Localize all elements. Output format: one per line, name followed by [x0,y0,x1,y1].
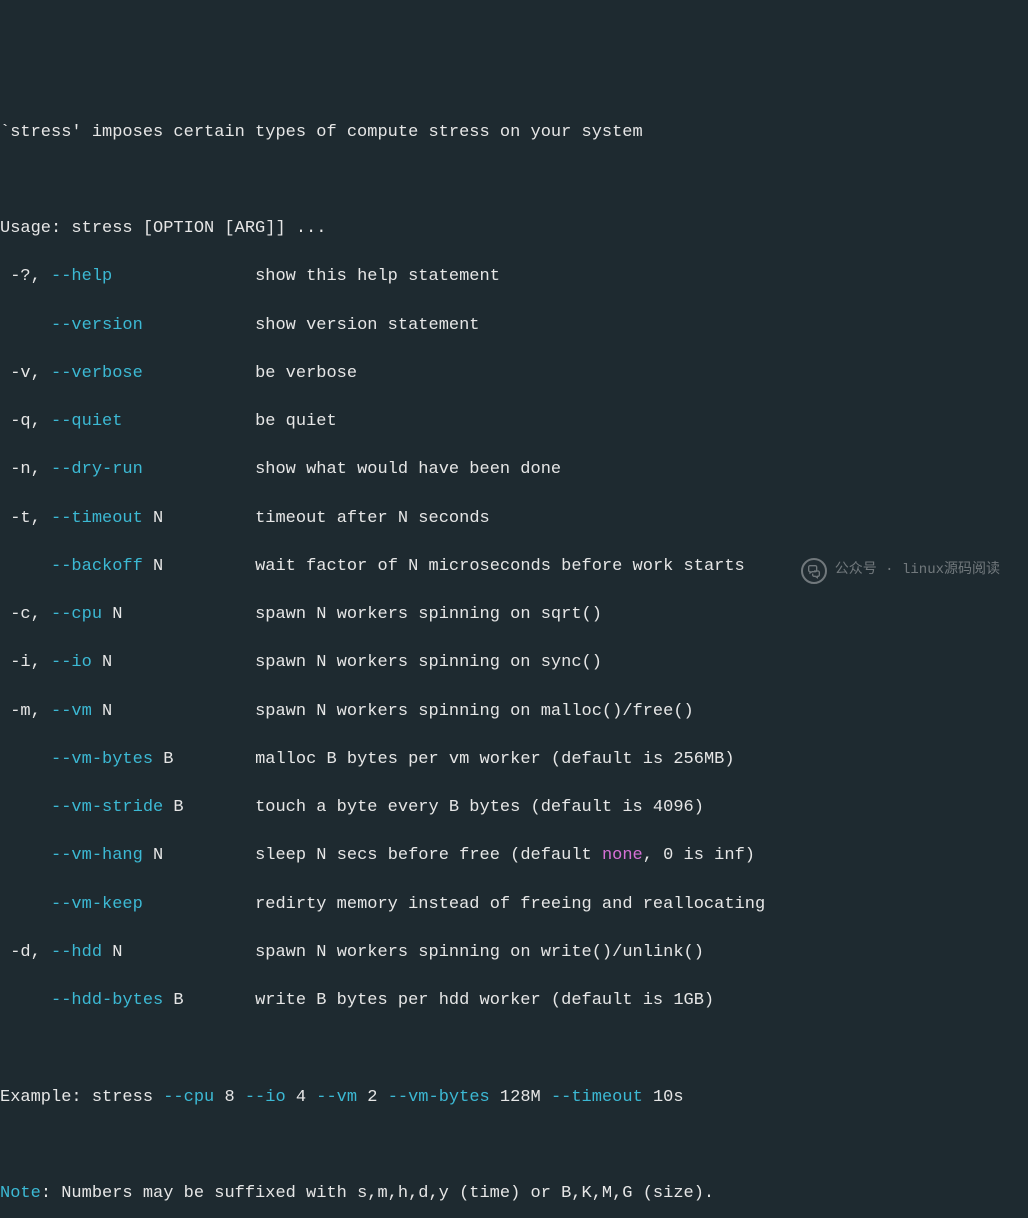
option-help: -?, --help show this help statement [0,265,1028,289]
option-timeout: -t, --timeout N timeout after N seconds [0,507,1028,531]
note-line: Note: Numbers may be suffixed with s,m,h… [0,1182,1028,1206]
option-vmstride: --vm-stride B touch a byte every B bytes… [0,796,1028,820]
option-io: -i, --io N spawn N workers spinning on s… [0,651,1028,675]
blank-line [0,169,1028,193]
option-vmbytes: --vm-bytes B malloc B bytes per vm worke… [0,748,1028,772]
terminal-output: `stress' imposes certain types of comput… [0,97,1028,1218]
option-dryrun: -n, --dry-run show what would have been … [0,458,1028,482]
blank-line [0,1134,1028,1158]
watermark-text: 公众号 · linux源码阅读 [835,561,1000,581]
option-version: --version show version statement [0,314,1028,338]
usage-line: Usage: stress [OPTION [ARG]] ... [0,217,1028,241]
wechat-icon [801,558,827,584]
option-vmhang: --vm-hang N sleep N secs before free (de… [0,844,1028,868]
option-vm: -m, --vm N spawn N workers spinning on m… [0,700,1028,724]
watermark: 公众号 · linux源码阅读 [801,558,1000,584]
option-quiet: -q, --quiet be quiet [0,410,1028,434]
blank-line [0,1037,1028,1061]
desc-line: `stress' imposes certain types of comput… [0,121,1028,145]
example-line: Example: stress --cpu 8 --io 4 --vm 2 --… [0,1086,1028,1110]
option-hdd: -d, --hdd N spawn N workers spinning on … [0,941,1028,965]
option-hddbytes: --hdd-bytes B write B bytes per hdd work… [0,989,1028,1013]
option-cpu: -c, --cpu N spawn N workers spinning on … [0,603,1028,627]
option-vmkeep: --vm-keep redirty memory instead of free… [0,893,1028,917]
option-verbose: -v, --verbose be verbose [0,362,1028,386]
